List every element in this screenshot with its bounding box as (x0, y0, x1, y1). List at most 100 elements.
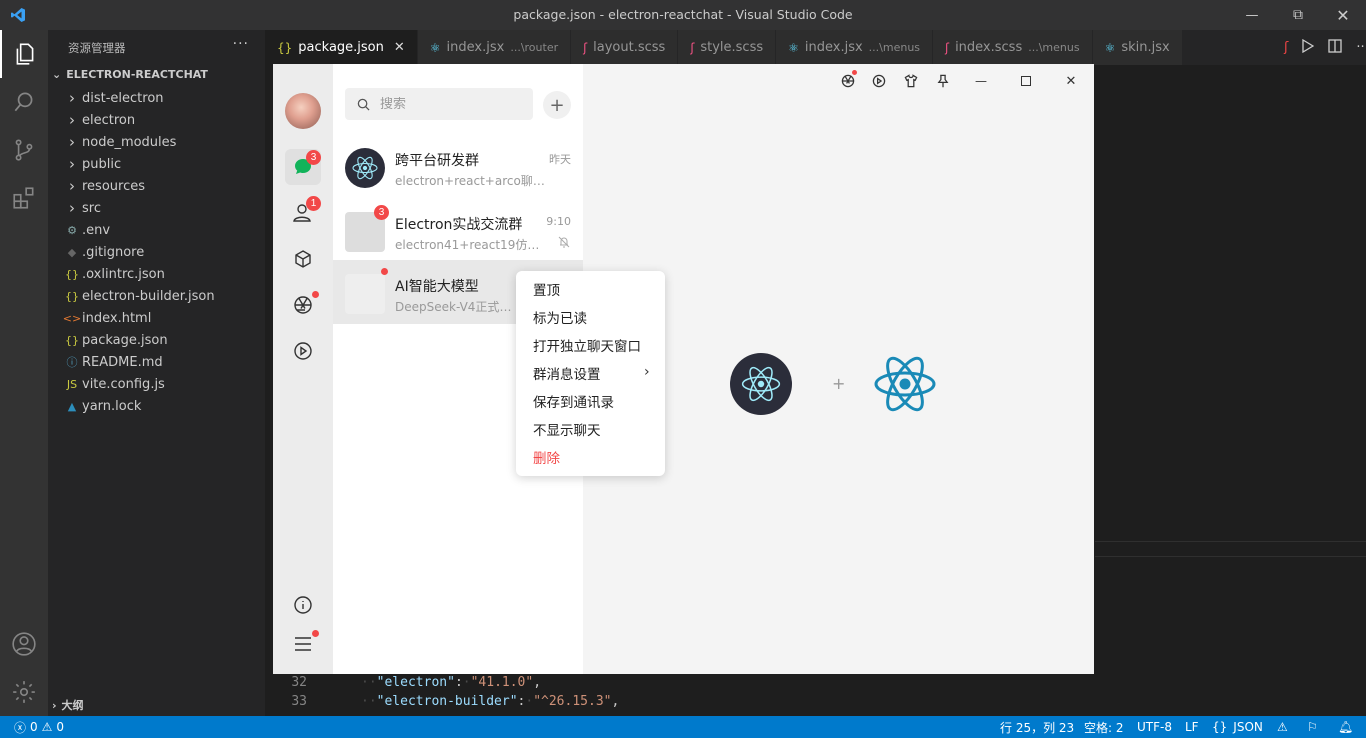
feedback-button[interactable]: ⚐ (1307, 716, 1318, 738)
outline-section[interactable]: › 大纲 (52, 697, 84, 713)
menu-item-pin[interactable]: 置顶 (533, 275, 560, 303)
nav-contacts[interactable]: 1 (285, 195, 321, 231)
restore-button[interactable]: ⧉ (1275, 0, 1321, 30)
menu-dot (312, 630, 319, 637)
extensions-button[interactable] (0, 174, 48, 222)
warning-status[interactable]: ⚠ (1277, 716, 1288, 738)
electron-logo-icon (741, 366, 781, 402)
electron-logo-icon (352, 156, 378, 180)
hamburger-icon (295, 637, 311, 651)
pin-button[interactable] (932, 70, 954, 92)
nav-menu[interactable] (285, 626, 321, 662)
search-box[interactable] (345, 88, 533, 120)
unread-dot (381, 268, 388, 275)
chat-app-window: 3 1 + (273, 64, 1094, 674)
avatar[interactable] (285, 93, 321, 129)
file-item[interactable]: {} electron-builder.json (62, 285, 215, 307)
tree-item-label: vite.config.js (82, 376, 165, 392)
minimize-button[interactable]: — (1229, 0, 1275, 30)
tree-item-label: index.html (82, 310, 152, 326)
status-bar: ⓧ 0 ⚠ 0 行 25，列 23 空格: 2 UTF-8 LF {} JSON ⚠ … (0, 716, 1366, 738)
folder-item[interactable]: › node_modules (62, 131, 176, 153)
nav-collection[interactable] (285, 241, 321, 277)
editor-tab[interactable]: {} package.json ✕ (265, 30, 418, 65)
moments-button[interactable] (837, 70, 859, 92)
cursor-position[interactable]: 行 25，列 23 (1000, 716, 1074, 738)
manage-button[interactable] (0, 668, 48, 716)
notifications-button[interactable]: 🔔︎ (1338, 716, 1353, 738)
explorer-title: 资源管理器 (68, 41, 126, 55)
more-editor-actions-button[interactable]: ··· (1356, 40, 1366, 55)
app-maximize-button[interactable] (1015, 70, 1037, 92)
folder-item[interactable]: › public (62, 153, 121, 175)
search-icon (14, 92, 33, 112)
code-line[interactable]: 32 ··"electron":·"41.1.0", (265, 673, 541, 692)
menu-item-open-window[interactable]: 打开独立聊天窗口 (533, 331, 641, 359)
nav-about[interactable] (285, 587, 321, 623)
line-number: 33 (291, 694, 307, 709)
app-close-button[interactable]: ✕ (1060, 70, 1082, 92)
add-button[interactable]: + (543, 91, 571, 119)
chat-item[interactable]: 跨平台研发群 昨天 electron+react+arco聊天室 (333, 134, 583, 198)
tree-item-label: yarn.lock (82, 398, 142, 414)
aperture-icon (294, 296, 312, 314)
file-item[interactable]: ◆ .gitignore (62, 241, 144, 263)
file-type-icon: ⚛ (429, 40, 441, 55)
language-mode[interactable]: {} JSON (1212, 716, 1263, 738)
encoding[interactable]: UTF-8 (1137, 716, 1172, 738)
more-actions-button[interactable]: ··· (233, 36, 249, 52)
editor-tab[interactable]: ⚛ skin.jsx (1092, 30, 1183, 65)
code-line[interactable]: 33 ··"electron-builder":·"^26.15.3", (265, 692, 619, 711)
editor-tab[interactable]: ⚛ index.jsx ...\menus (776, 30, 934, 65)
chevron-right-icon: › (69, 111, 75, 129)
workspace-root[interactable]: ⌄ ELECTRON-REACTCHAT (52, 68, 208, 81)
editor-tab[interactable]: ʃ layout.scss (571, 30, 679, 65)
menu-item-save-contacts[interactable]: 保存到通讯录 (533, 387, 614, 415)
editor-tab[interactable]: ʃ index.scss ...\menus (933, 30, 1093, 65)
search-input[interactable] (380, 96, 510, 112)
tree-item-label: public (82, 156, 122, 172)
chat-item[interactable]: 3 Electron实战交流群 9:10 electron41+react19仿… (333, 198, 583, 262)
editor-tab[interactable]: ʃ style.scss (678, 30, 777, 65)
folder-item[interactable]: › dist-electron (62, 87, 164, 109)
file-item[interactable]: <> index.html (62, 307, 152, 329)
indentation[interactable]: 空格: 2 (1084, 716, 1124, 738)
explorer-button[interactable] (0, 30, 48, 78)
menu-item-group-settings[interactable]: 群消息设置 (533, 359, 601, 387)
app-minimize-button[interactable]: — (970, 70, 992, 92)
problems-status[interactable]: ⓧ 0 ⚠ 0 (14, 716, 64, 738)
tab-label: index.jsx (446, 40, 505, 55)
close-window-button[interactable]: ✕ (1320, 0, 1366, 30)
skin-button[interactable] (900, 70, 922, 92)
menu-item-hide-chat[interactable]: 不显示聊天 (533, 415, 601, 443)
file-item[interactable]: JS vite.config.js (62, 373, 165, 395)
nav-chat[interactable]: 3 (285, 149, 321, 185)
run-button[interactable] (1302, 38, 1315, 57)
menu-item-mark-read[interactable]: 标为已读 (533, 303, 587, 331)
eol[interactable]: LF (1185, 716, 1199, 738)
search-button[interactable] (0, 78, 48, 126)
split-editor-button[interactable] (1328, 38, 1343, 57)
nav-moments[interactable] (285, 287, 321, 323)
folder-item[interactable]: › src (62, 197, 101, 219)
chat-preview: electron+react+arco聊天室 (395, 174, 545, 188)
file-item[interactable]: ▲ yarn.lock (62, 395, 142, 417)
nav-video[interactable] (285, 333, 321, 369)
source-control-button[interactable] (0, 126, 48, 174)
file-item[interactable]: {} .oxlintrc.json (62, 263, 165, 285)
editor-tab[interactable]: ⚛ index.jsx ...\router (417, 30, 572, 65)
file-item[interactable]: {} package.json (62, 329, 168, 351)
tab-label: style.scss (700, 40, 764, 55)
close-tab-icon[interactable]: ✕ (394, 40, 405, 55)
menu-item-delete[interactable]: 删除 (533, 443, 560, 471)
file-item[interactable]: ⚙ .env (62, 219, 110, 241)
minimize-icon: — (975, 74, 987, 88)
folder-item[interactable]: › electron (62, 109, 135, 131)
tree-item-label: README.md (82, 354, 163, 370)
folder-item[interactable]: › resources (62, 175, 145, 197)
file-item[interactable]: ⓘ README.md (62, 351, 163, 373)
cube-icon (295, 250, 311, 268)
video-button[interactable] (868, 70, 890, 92)
accounts-button[interactable] (0, 620, 48, 668)
tree-item-label: resources (82, 178, 146, 194)
